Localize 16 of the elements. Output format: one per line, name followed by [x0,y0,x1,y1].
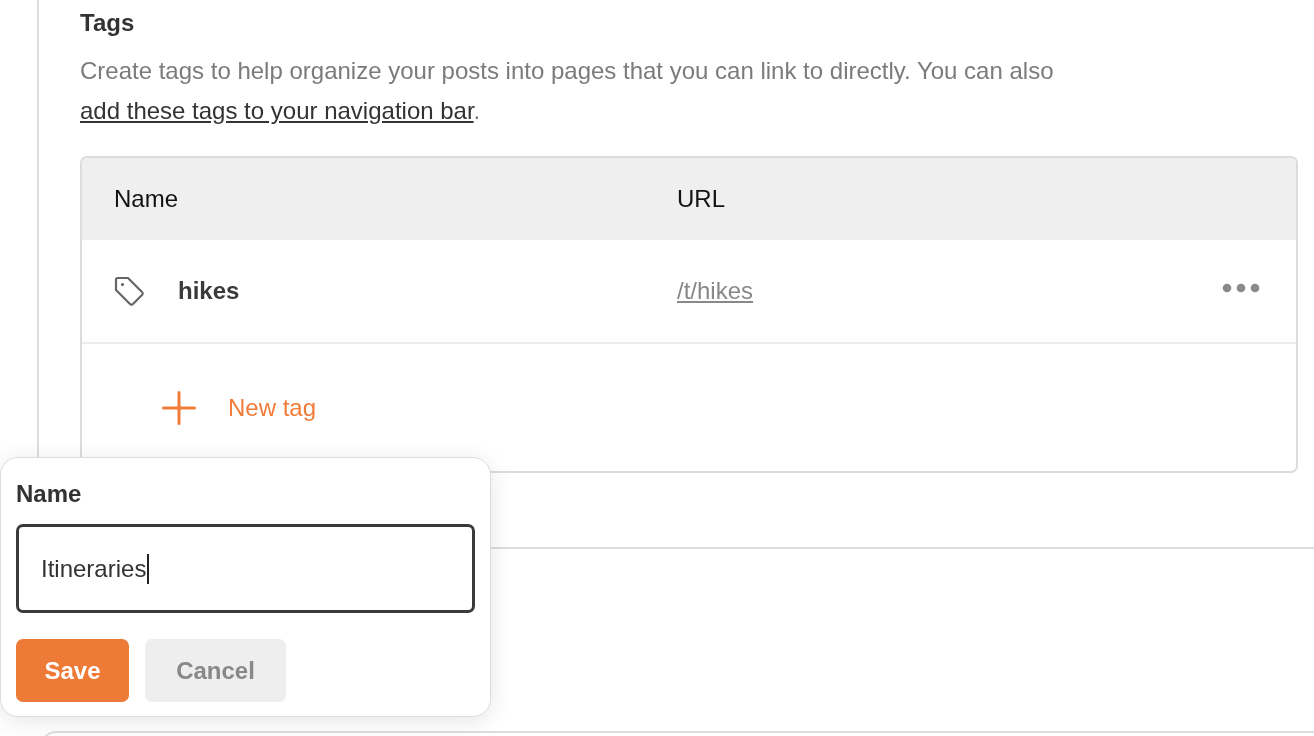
column-header: URL [676,184,726,214]
name-input[interactable]: Itineraries [16,524,475,613]
cancel-button[interactable]: Cancel [145,639,286,702]
field-label: Name [16,479,82,509]
section-title: Tags [80,8,135,38]
column-header: Name [113,184,180,214]
navigation-link[interactable]: add these tags to your navigation bar [80,97,474,124]
tag-icon [113,275,145,307]
plus-icon [162,390,196,425]
tag-name: hikes [178,277,240,305]
save-button[interactable]: Save [16,639,129,702]
text-caret-icon [147,553,149,584]
ellipsis-icon[interactable] [1222,283,1260,293]
new-tag-button[interactable]: New tag [162,390,317,425]
tag-url-link[interactable]: /t/hikes [677,277,754,305]
section-description: Create tags to help organize your posts into pages that you can link to directly. You can also add these tags to your navigation bar. [80,56,1055,126]
